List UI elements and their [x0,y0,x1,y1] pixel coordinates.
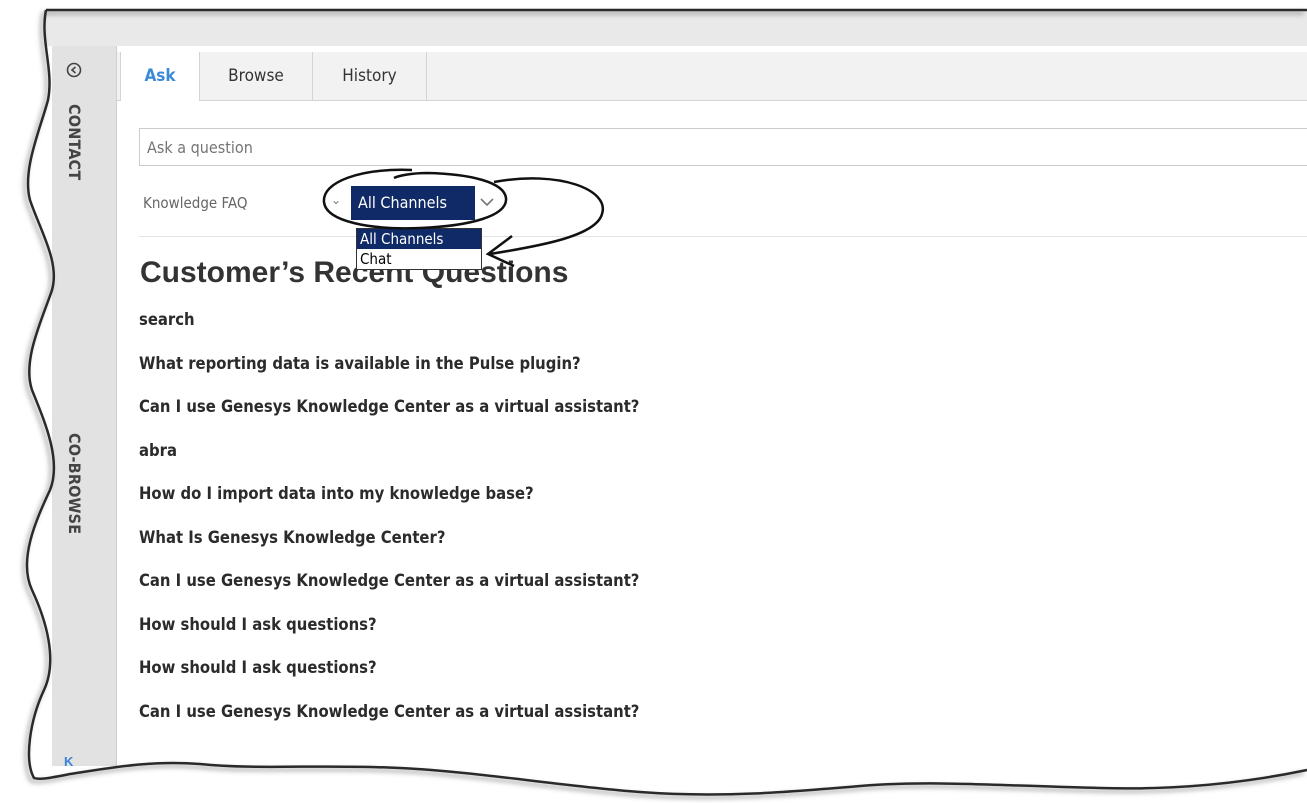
torn-paper-frame [0,0,1307,803]
